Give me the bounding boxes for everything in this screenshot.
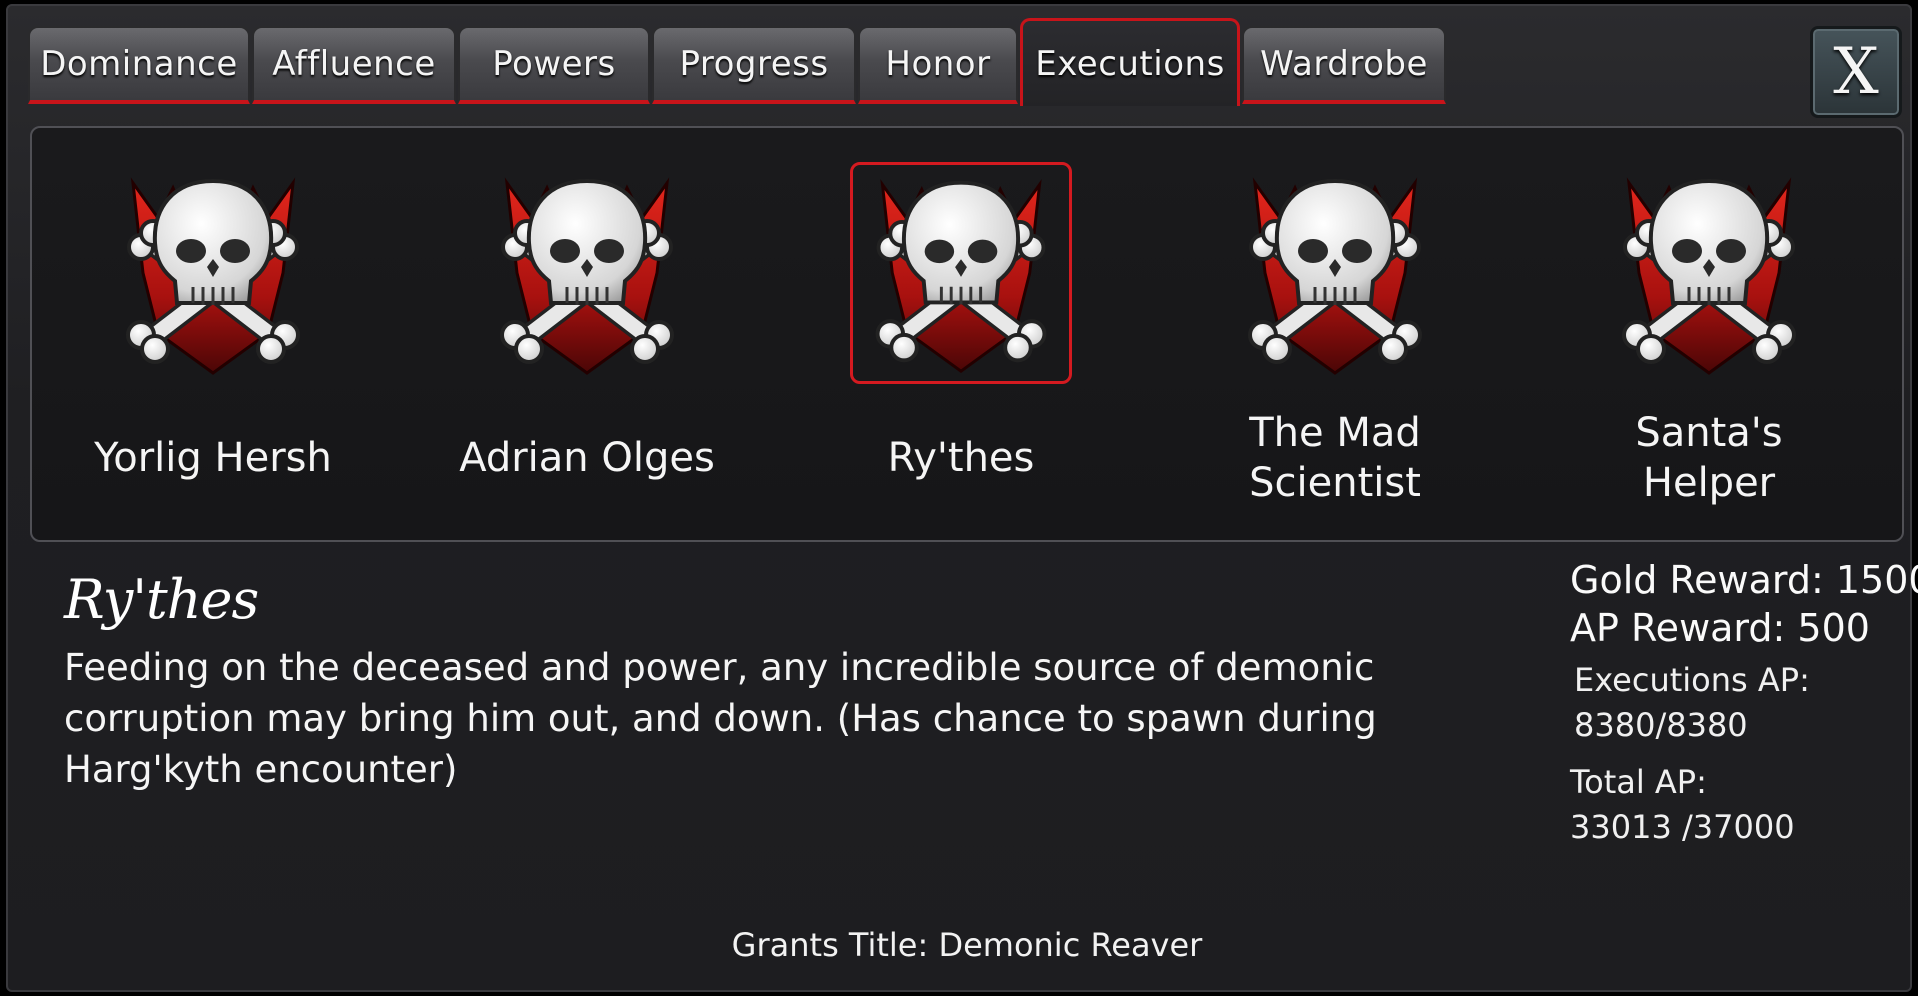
- tab-wardrobe[interactable]: Wardrobe: [1242, 26, 1446, 104]
- execution-item-label: The Mad Scientist: [1249, 410, 1421, 506]
- detail-title: Ry'thes: [64, 568, 259, 631]
- execution-item-rythes[interactable]: Ry'thes: [806, 162, 1116, 522]
- skull-crossbones-icon: [1224, 162, 1446, 384]
- skull-crossbones-icon: [102, 162, 324, 384]
- execution-item-yorlig-hersh[interactable]: Yorlig Hersh: [58, 162, 368, 522]
- detail-description: Feeding on the deceased and power, any i…: [64, 646, 1377, 791]
- achievements-window: Dominance Affluence Powers Progress Hono…: [6, 4, 1918, 992]
- tab-powers[interactable]: Powers: [458, 26, 650, 104]
- executions-ap-value: 8380/8380: [1574, 706, 1748, 744]
- executions-grid: Yorlig Hersh Adrian Olges Ry'thes The Ma…: [30, 126, 1904, 542]
- tab-honor[interactable]: Honor: [858, 26, 1018, 104]
- execution-item-santas-helper[interactable]: Santa's Helper: [1554, 162, 1864, 522]
- execution-item-mad-scientist[interactable]: The Mad Scientist: [1180, 162, 1490, 522]
- skull-crossbones-icon: [476, 162, 698, 384]
- tab-bar: Dominance Affluence Powers Progress Hono…: [28, 18, 1768, 106]
- close-icon: X: [1833, 35, 1879, 109]
- execution-item-label: Santa's Helper: [1635, 410, 1783, 506]
- execution-item-label: Adrian Olges: [459, 435, 715, 481]
- skull-crossbones-icon: [850, 162, 1072, 384]
- tab-progress[interactable]: Progress: [652, 26, 856, 104]
- skull-crossbones-icon: [1598, 162, 1820, 384]
- execution-detail-panel: Ry'thes Feeding on the deceased and powe…: [30, 546, 1918, 986]
- execution-item-label: Ry'thes: [887, 435, 1035, 481]
- grants-title: Grants Title: Demonic Reaver: [731, 926, 1203, 964]
- ap-reward: AP Reward: 500: [1570, 606, 1870, 650]
- execution-item-label: Yorlig Hersh: [94, 435, 332, 481]
- total-ap-label: Total AP:: [1570, 763, 1707, 801]
- rewards-panel: Gold Reward: 1500 AP Reward: 500 Executi…: [1570, 556, 1918, 850]
- tab-executions[interactable]: Executions: [1020, 18, 1240, 106]
- tab-affluence[interactable]: Affluence: [252, 26, 456, 104]
- execution-item-adrian-olges[interactable]: Adrian Olges: [432, 162, 742, 522]
- executions-ap-label: Executions AP:: [1574, 661, 1810, 699]
- gold-reward: Gold Reward: 1500: [1570, 558, 1918, 602]
- total-ap-value: 33013 /37000: [1570, 808, 1795, 846]
- close-button[interactable]: X: [1810, 26, 1902, 118]
- tab-dominance[interactable]: Dominance: [28, 26, 250, 104]
